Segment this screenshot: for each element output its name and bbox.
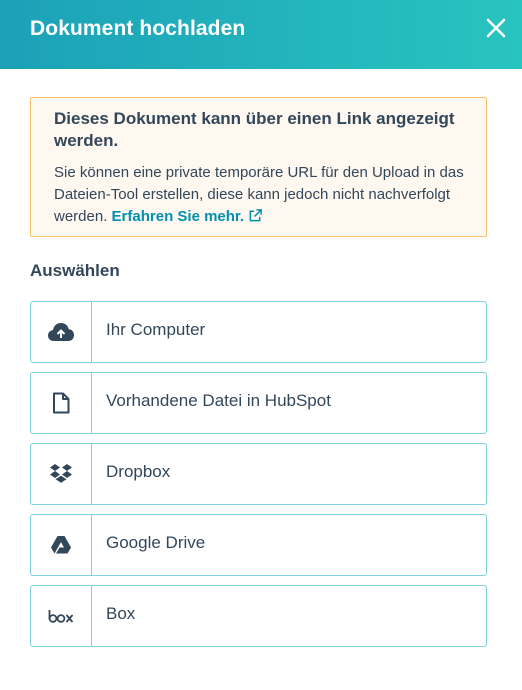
alert-title: Dieses Dokument kann über einen Link ang… xyxy=(54,109,455,150)
modal-header: Dokument hochladen xyxy=(0,0,522,69)
option-icon-cell xyxy=(31,586,92,646)
google-drive-icon xyxy=(51,536,71,554)
option-icon-cell xyxy=(31,444,92,504)
option-dropbox[interactable]: Dropbox xyxy=(30,443,487,505)
section-label: Auswählen xyxy=(30,261,120,280)
file-icon xyxy=(53,392,70,414)
close-button[interactable] xyxy=(482,14,510,42)
option-label: Box xyxy=(106,604,136,623)
info-alert: Dieses Dokument kann über einen Link ang… xyxy=(30,97,487,237)
option-icon-cell xyxy=(31,302,92,362)
option-computer[interactable]: Ihr Computer xyxy=(30,301,487,363)
dropbox-icon xyxy=(50,464,72,483)
cloud-upload-icon xyxy=(48,323,74,341)
option-icon-cell xyxy=(31,373,92,433)
option-label: Dropbox xyxy=(106,462,171,481)
option-box[interactable]: Box xyxy=(30,585,487,647)
box-icon xyxy=(48,610,74,623)
option-icon-cell xyxy=(31,515,92,575)
option-label: Ihr Computer xyxy=(106,320,206,339)
modal-title: Dokument hochladen xyxy=(30,17,246,40)
option-google-drive[interactable]: Google Drive xyxy=(30,514,487,576)
learn-more-link[interactable]: Erfahren Sie mehr. xyxy=(112,208,264,225)
learn-more-label: Erfahren Sie mehr. xyxy=(111,208,245,225)
option-label: Google Drive xyxy=(106,533,206,552)
option-hubspot-file[interactable]: Vorhandene Datei in HubSpot xyxy=(30,372,487,434)
external-link-icon xyxy=(249,209,262,222)
alert-body: Sie können eine private temporäre URL fü… xyxy=(54,162,464,228)
close-icon xyxy=(486,18,506,38)
option-label: Vorhandene Datei in HubSpot xyxy=(106,391,331,410)
